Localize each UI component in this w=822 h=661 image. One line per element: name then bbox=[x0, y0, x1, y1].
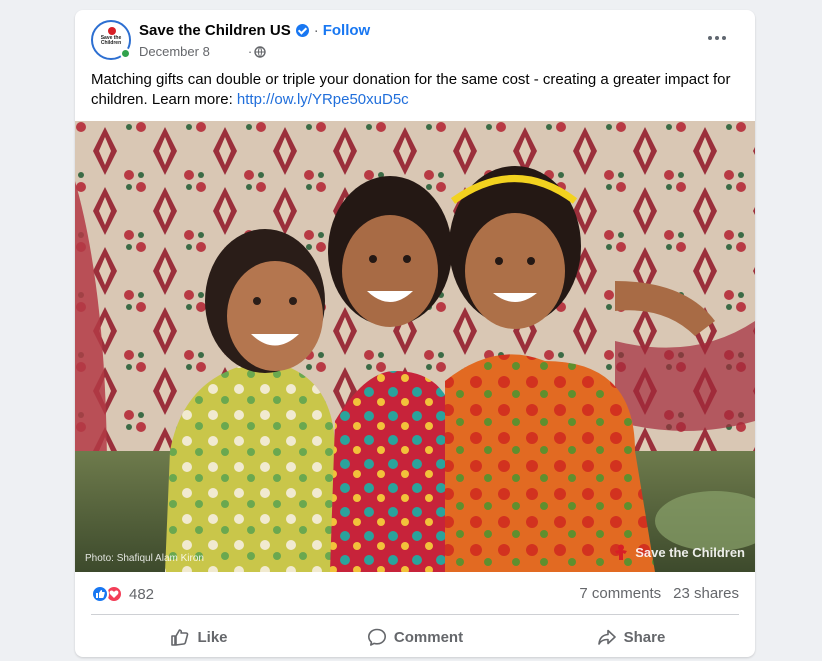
globe-icon bbox=[254, 45, 266, 58]
photo-credit: Photo: Shafiqul Alam Kiron bbox=[85, 553, 204, 564]
comment-bubble-icon bbox=[367, 628, 386, 646]
post-date-link[interactable]: December 8 bbox=[139, 44, 210, 59]
photo-brand-text: Save the Children bbox=[635, 544, 745, 560]
share-arrow-icon bbox=[597, 629, 616, 645]
share-button[interactable]: Share bbox=[523, 620, 739, 654]
photo-brand-watermark: Save the Children bbox=[613, 544, 745, 560]
name-separator: · bbox=[313, 22, 319, 39]
engagement-counts: 7 comments 23 shares bbox=[579, 585, 739, 602]
online-status-dot bbox=[120, 48, 131, 59]
page-name-link[interactable]: Save the Children US bbox=[139, 22, 291, 39]
post-text: Matching gifts can double or triple your… bbox=[91, 70, 741, 110]
post-stats: 482 7 comments 23 shares bbox=[91, 585, 739, 605]
follow-button[interactable]: Follow bbox=[323, 22, 371, 39]
like-reaction-icon bbox=[91, 585, 109, 603]
like-button[interactable]: Like bbox=[91, 620, 307, 654]
save-the-children-logo-icon bbox=[615, 544, 628, 560]
thumbs-up-icon bbox=[171, 629, 189, 646]
meta-separator: · bbox=[247, 44, 253, 59]
comments-count-link[interactable]: 7 comments bbox=[579, 585, 661, 602]
like-label: Like bbox=[197, 628, 228, 646]
shares-count-link[interactable]: 23 shares bbox=[673, 585, 739, 602]
post-header: Save the Children Save the Children US ·… bbox=[91, 20, 739, 62]
post-link[interactable]: http://ow.ly/YRpe50xuD5c bbox=[237, 91, 409, 108]
comment-label: Comment bbox=[393, 628, 464, 646]
name-row: Save the Children US · Follow bbox=[139, 22, 370, 39]
reactions-summary[interactable]: 482 bbox=[91, 585, 154, 603]
share-label: Share bbox=[623, 628, 666, 646]
post-card: Save the Children Save the Children US ·… bbox=[75, 10, 755, 657]
more-options-icon[interactable] bbox=[703, 24, 731, 52]
action-bar: Like Comment Share bbox=[91, 620, 739, 654]
post-photo[interactable]: Photo: Shafiqul Alam Kiron Save the Chil… bbox=[75, 121, 755, 572]
post-meta: December 8 · bbox=[139, 44, 266, 59]
save-the-children-logo-icon bbox=[108, 27, 116, 35]
reaction-count: 482 bbox=[129, 585, 155, 603]
verified-badge-icon bbox=[295, 24, 309, 37]
post-body-text: Matching gifts can double or triple your… bbox=[91, 71, 731, 108]
stats-divider bbox=[91, 614, 739, 615]
children-photo-illustration bbox=[75, 121, 755, 572]
avatar-logo-text: Save the Children bbox=[100, 35, 122, 46]
page-avatar[interactable]: Save the Children bbox=[91, 20, 131, 60]
comment-button[interactable]: Comment bbox=[307, 620, 523, 654]
